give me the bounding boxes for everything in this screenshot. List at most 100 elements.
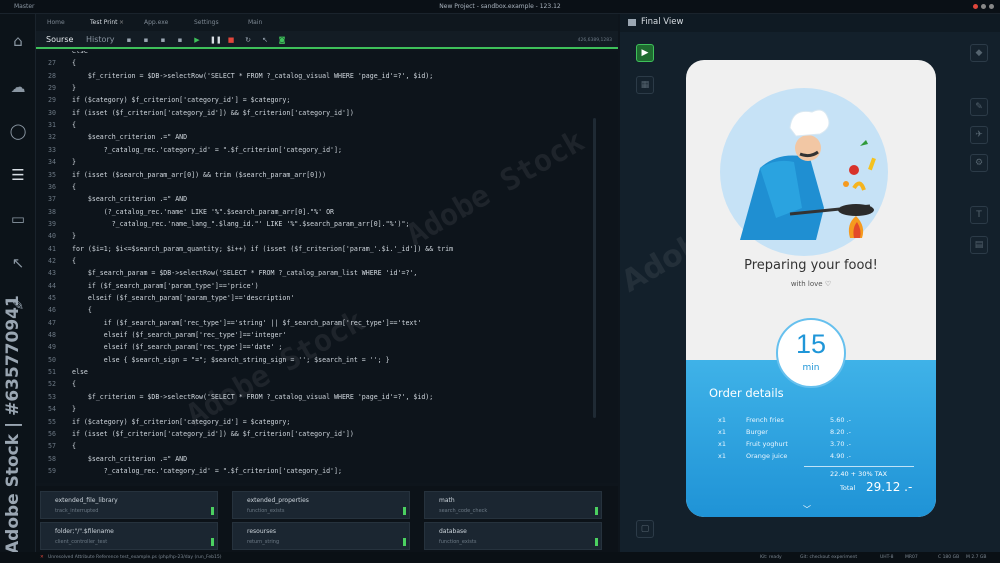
cloud-icon[interactable]: ☁ [9,78,27,96]
line-number: 46 [48,306,56,315]
save-icon[interactable]: ▪ [176,36,184,44]
item-name: Burger [746,428,768,436]
code-line: { [72,256,76,265]
panel-sub: function_exists [439,539,477,545]
line-number: 51 [48,368,56,377]
item-name: Fruit yoghurt [746,440,788,448]
panel-card[interactable]: folder;"/".$filename client_controller_t… [40,522,218,550]
window-controls [973,4,994,9]
line-number: 49 [48,343,56,352]
code-line: { [72,380,76,389]
copy-icon[interactable]: ▪ [142,36,150,44]
code-editor[interactable]: else 27 {28 $f_criterion = $DB->selectRow(… [36,51,618,483]
code-line: { [72,59,76,68]
line-number: 55 [48,417,56,426]
tab-close-icon[interactable]: × [119,19,124,26]
code-line: if ($category) $f_criterion['category_id… [72,417,291,426]
code-line: elseif ($f_search_param['rec_type']=='in… [72,331,287,340]
panel-name: resourses [247,528,277,535]
tab-bar: Home Test Print × App.exe Settings Main [36,14,618,31]
title-bar: Master New Project - sandbox.example - 1… [0,0,1000,14]
window-title: New Project - sandbox.example - 123.12 [439,3,561,10]
line-number: 33 [48,145,56,154]
panel-sub: track_interrupted [55,508,99,514]
line-number: 30 [48,108,56,117]
layers-icon[interactable]: ▤ [970,236,988,254]
tab-home[interactable]: Home [47,19,65,26]
item-qty: x1 [718,452,726,460]
status-c: C 180 GB [938,555,960,560]
panel-card[interactable]: extended_properties function_exists [232,491,410,519]
item-price: 5.60 .- [830,416,851,424]
stop-icon[interactable]: ■ [227,36,235,44]
pointer-icon[interactable]: ↖ [261,36,269,44]
line-number: 39 [48,219,56,228]
code-line: $f_criterion = $DB->selectRow('SELECT * … [72,71,434,80]
terminal-icon[interactable]: ▭ [9,210,27,228]
line-number: 37 [48,195,56,204]
page-icon[interactable]: ▪ [159,36,167,44]
pause-icon[interactable]: ❚❚ [210,36,222,44]
code-scrollbar[interactable] [593,118,596,418]
heart-icon[interactable]: ♡ [825,280,831,288]
code-line: if (isset ($f_criterion['category_id']) … [72,429,354,438]
panel-name: extended_file_library [55,497,118,504]
grid-icon[interactable]: ▦ [636,76,654,94]
tab-history[interactable]: History [86,35,114,44]
line-number: 34 [48,158,56,167]
line-number: 31 [48,121,56,130]
status-mr: MR07 [905,555,918,560]
window-dot-icon[interactable] [989,4,994,9]
cursor-icon[interactable]: ↖ [9,254,27,272]
line-number: 36 [48,182,56,191]
tab-test-print[interactable]: Test Print [90,19,118,26]
tab-main[interactable]: Main [248,19,262,26]
debug-icon[interactable]: ◙ [278,36,286,44]
play-icon[interactable]: ▶ [193,36,201,44]
code-line: } [72,158,76,167]
settings-icon[interactable]: ⚙ [970,154,988,172]
list-icon[interactable]: ☰ [9,166,27,184]
cursor-position: 426,6389,1283 [577,38,612,43]
tab-source[interactable]: Sourse [46,35,73,44]
pen-icon[interactable]: ✎ [970,98,988,116]
stop-preview-icon[interactable]: ▢ [636,520,654,538]
window-dot-icon[interactable] [973,4,978,9]
order-status-title: Preparing your food! [744,258,878,273]
code-line: if ($f_search_param['param_type']=='pric… [72,281,259,290]
code-line: $search_criterion .=" AND [72,195,188,204]
item-qty: x1 [718,440,726,448]
panel-card[interactable]: database function_exists [424,522,602,550]
panel-card[interactable]: math search_code_check [424,491,602,519]
window-dot-icon[interactable] [981,4,986,9]
play-preview-button[interactable]: ▶ [636,44,654,62]
item-qty: x1 [718,416,726,424]
panel-name: folder;"/".$filename [55,528,114,535]
text-tool-icon[interactable]: T [970,206,988,224]
refresh-icon[interactable]: ↻ [244,36,252,44]
editor-toolbar: Sourse History ▪ ▪ ▪ ▪ ▶ ❚❚ ■ ↻ ↖ ◙ 426,… [36,31,618,49]
total-label: Total [840,484,856,492]
panel-card[interactable]: extended_file_library track_interrupted [40,491,218,519]
panel-card[interactable]: resourses return_string [232,522,410,550]
truck-icon[interactable]: ▪ [125,36,133,44]
code-line: $f_search_param = $DB->selectRow('SELECT… [72,269,418,278]
home-icon[interactable]: ⌂ [9,32,27,50]
panel-status-indicator [595,507,598,515]
panel-sub: client_controller_test [55,539,108,545]
line-number: 56 [48,429,56,438]
status-encoding: UHT-8 [880,555,894,560]
chevron-down-icon[interactable]: ﹀ [803,504,811,515]
rocket-icon[interactable]: ✈ [970,126,988,144]
circle-icon[interactable]: ◯ [9,122,27,140]
code-line: elseif ($f_search_param['rec_type']=='da… [72,343,283,352]
line-number: 41 [48,244,56,253]
error-icon: ✕ [40,555,44,560]
tab-app-exe[interactable]: App.exe [144,19,168,26]
line-number: 47 [48,318,56,327]
tab-settings[interactable]: Settings [194,19,219,26]
shape-icon[interactable]: ◆ [970,44,988,62]
item-price: 3.70 .- [830,440,851,448]
panel-status-indicator [403,507,406,515]
code-line: (?_catalog_rec.'name' LIKE '%".$search_p… [72,207,335,216]
